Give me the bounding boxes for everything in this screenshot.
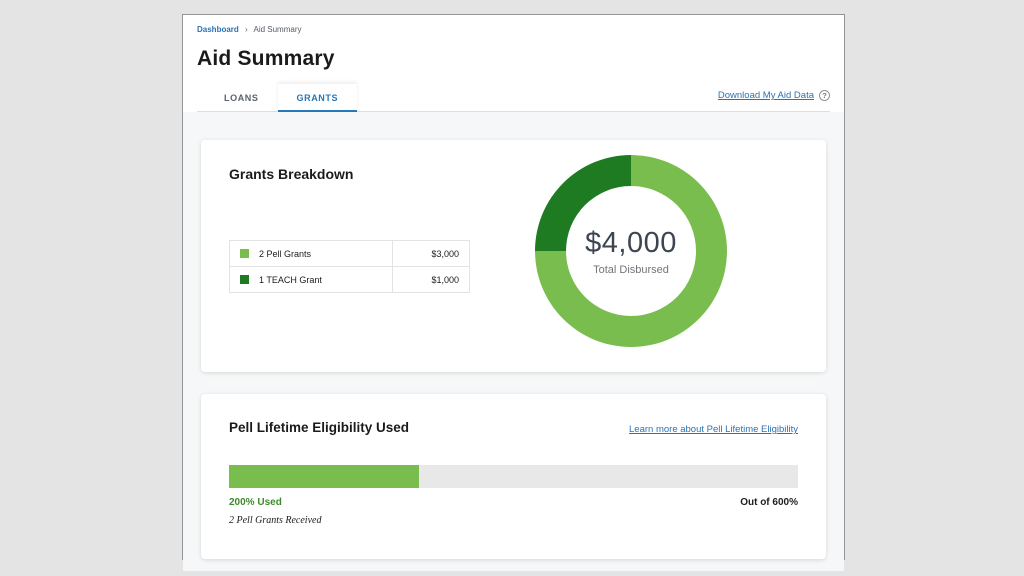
content-area: Grants Breakdown 2 Pell Grants $3,000 1 … (183, 112, 844, 571)
breadcrumb: Dashboard › Aid Summary (197, 25, 830, 34)
breadcrumb-current: Aid Summary (253, 25, 301, 34)
grants-donut-chart: $4,000 Total Disbursed (535, 155, 727, 347)
aid-summary-window: Dashboard › Aid Summary Aid Summary LOAN… (182, 14, 845, 560)
pell-color-swatch (240, 249, 249, 258)
pell-progress-bar (229, 465, 798, 488)
donut-total-amount: $4,000 (585, 227, 677, 260)
pell-progress-fill (229, 465, 419, 488)
page-title: Aid Summary (197, 47, 830, 71)
tab-grants[interactable]: GRANTS (278, 84, 358, 113)
donut-caption: Total Disbursed (593, 264, 669, 276)
grants-card-title: Grants Breakdown (229, 166, 798, 182)
help-icon[interactable]: ? (819, 90, 830, 101)
table-row: 2 Pell Grants $3,000 (230, 241, 470, 267)
tab-loans[interactable]: LOANS (205, 84, 278, 111)
pell-card-header: Pell Lifetime Eligibility Used Learn mor… (229, 420, 798, 435)
legend-value: $1,000 (393, 267, 470, 293)
progress-labels: 200% Used Out of 600% (229, 497, 798, 508)
breadcrumb-separator-icon: › (245, 25, 248, 34)
grants-legend-table: 2 Pell Grants $3,000 1 TEACH Grant $1,00… (229, 240, 470, 293)
breadcrumb-dashboard-link[interactable]: Dashboard (197, 25, 239, 34)
legend-value: $3,000 (393, 241, 470, 267)
download-aid-data-link[interactable]: Download My Aid Data (718, 90, 814, 101)
table-row: 1 TEACH Grant $1,000 (230, 267, 470, 293)
pell-eligibility-card: Pell Lifetime Eligibility Used Learn mor… (201, 394, 826, 559)
out-of-label: Out of 600% (740, 497, 798, 508)
tabs: LOANS GRANTS (205, 84, 357, 111)
pell-card-title: Pell Lifetime Eligibility Used (229, 420, 409, 435)
donut-center: $4,000 Total Disbursed (566, 186, 696, 316)
teach-color-swatch (240, 275, 249, 284)
pell-learn-more-link[interactable]: Learn more about Pell Lifetime Eligibili… (629, 424, 798, 435)
grants-breakdown-card: Grants Breakdown 2 Pell Grants $3,000 1 … (201, 140, 826, 372)
tab-bar: LOANS GRANTS Download My Aid Data ? (197, 84, 830, 112)
desktop-background: { "breadcrumb": { "home": "Dashboard", "… (0, 0, 1024, 576)
download-area: Download My Aid Data ? (718, 90, 830, 111)
percent-used-label: 200% Used (229, 497, 282, 508)
pell-grants-received-note: 2 Pell Grants Received (229, 515, 798, 526)
page-header: Dashboard › Aid Summary Aid Summary LOAN… (183, 15, 844, 112)
legend-label: 1 TEACH Grant (259, 275, 322, 285)
legend-label: 2 Pell Grants (259, 249, 311, 259)
